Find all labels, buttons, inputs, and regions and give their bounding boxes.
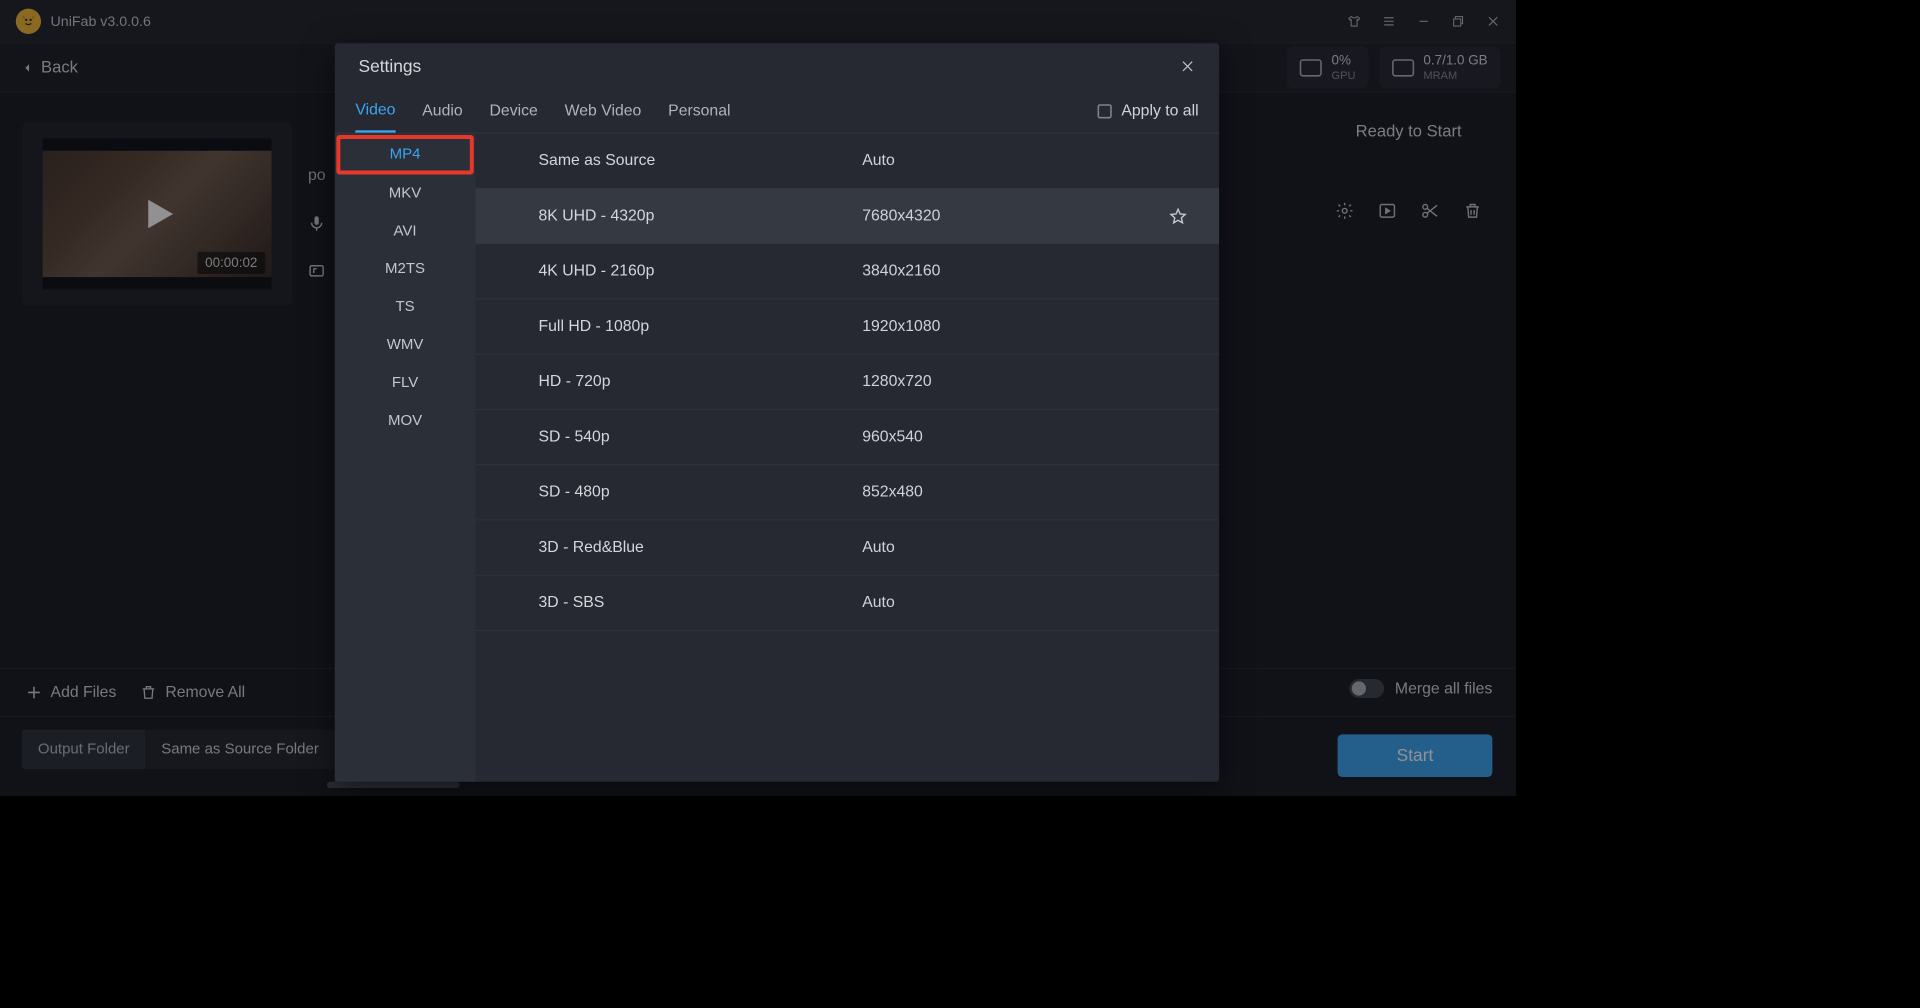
resolution-name: Same as Source	[539, 152, 863, 170]
video-thumbnail-card[interactable]: 00:00:02	[22, 122, 292, 305]
tab-audio[interactable]: Audio	[422, 91, 462, 131]
resolution-name: 3D - SBS	[539, 594, 863, 612]
resolution-dimensions: 7680x4320	[862, 207, 1168, 225]
resolution-row[interactable]: Full HD - 1080p1920x1080	[475, 299, 1219, 354]
ram-status: 0.7/1.0 GB MRAM	[1379, 47, 1500, 89]
play-icon[interactable]	[136, 193, 179, 236]
horizontal-scrollbar[interactable]	[327, 782, 460, 788]
resolution-row[interactable]: SD - 480p852x480	[475, 465, 1219, 520]
remove-all-button[interactable]: Remove All	[140, 683, 245, 701]
resolution-name: SD - 540p	[539, 428, 863, 446]
gpu-label: GPU	[1332, 69, 1356, 82]
back-label: Back	[41, 58, 78, 77]
play-preview-icon[interactable]	[1376, 200, 1398, 222]
ram-icon	[1392, 59, 1414, 76]
minimize-icon[interactable]	[1417, 14, 1431, 28]
start-button[interactable]: Start	[1338, 734, 1493, 777]
resolution-dimensions: 1920x1080	[862, 317, 1187, 335]
ram-label: MRAM	[1423, 69, 1487, 82]
tab-device[interactable]: Device	[490, 91, 538, 131]
format-m2ts[interactable]: M2TS	[335, 250, 476, 288]
add-files-button[interactable]: Add Files	[25, 683, 116, 701]
resolution-name: SD - 480p	[539, 483, 863, 501]
microphone-icon[interactable]	[308, 215, 325, 232]
resolution-dimensions: 3840x2160	[862, 262, 1187, 280]
resolution-row[interactable]: 3D - Red&BlueAuto	[475, 520, 1219, 575]
tab-video[interactable]: Video	[355, 90, 395, 133]
ram-value: 0.7/1.0 GB	[1423, 53, 1487, 69]
menu-icon[interactable]	[1382, 14, 1396, 28]
output-folder-value[interactable]: Same as Source Folder	[145, 730, 334, 769]
app-logo-icon	[16, 9, 41, 34]
resolution-dimensions: 852x480	[862, 483, 1187, 501]
resolution-row[interactable]: SD - 540p960x540	[475, 410, 1219, 465]
resolution-name: HD - 720p	[539, 373, 863, 391]
remove-all-label: Remove All	[165, 683, 245, 701]
format-avi[interactable]: AVI	[335, 212, 476, 250]
format-flv[interactable]: FLV	[335, 364, 476, 402]
trash-icon[interactable]	[1462, 200, 1484, 222]
settings-modal: Settings Video Audio Device Web Video Person…	[335, 43, 1219, 781]
thumbnail-timecode: 00:00:02	[197, 252, 265, 274]
settings-title: Settings	[358, 56, 421, 77]
scissors-icon[interactable]	[1419, 200, 1441, 222]
resolution-dimensions: Auto	[862, 594, 1187, 612]
format-wmv[interactable]: WMV	[335, 326, 476, 364]
format-mp4[interactable]: MP4	[390, 136, 421, 174]
output-folder-label: Output Folder	[22, 730, 145, 769]
tshirt-icon[interactable]	[1347, 14, 1361, 28]
merge-label: Merge all files	[1395, 679, 1492, 697]
resolution-name: Full HD - 1080p	[539, 317, 863, 335]
resolution-row[interactable]: 4K UHD - 2160p3840x2160	[475, 244, 1219, 299]
apply-to-all-checkbox[interactable]	[1098, 104, 1112, 118]
resolution-row[interactable]: HD - 720p1280x720	[475, 355, 1219, 410]
filename-prefix: po	[308, 167, 326, 185]
resolution-name: 8K UHD - 4320p	[539, 207, 863, 225]
resolution-row[interactable]: Same as SourceAuto	[475, 133, 1219, 188]
resolution-dimensions: Auto	[862, 539, 1187, 557]
format-mkv[interactable]: MKV	[335, 175, 476, 213]
resolution-name: 3D - Red&Blue	[539, 539, 863, 557]
format-ts[interactable]: TS	[335, 288, 476, 326]
tab-web-video[interactable]: Web Video	[565, 91, 642, 131]
resolution-dimensions: 1280x720	[862, 373, 1187, 391]
star-icon[interactable]	[1169, 206, 1188, 225]
settings-gear-icon[interactable]	[1334, 200, 1356, 222]
titlebar: UniFab v3.0.0.6	[0, 0, 1516, 43]
tab-personal[interactable]: Personal	[668, 91, 730, 131]
back-button[interactable]: Back	[22, 58, 78, 77]
apply-to-all-label: Apply to all	[1121, 102, 1198, 120]
gpu-value: 0%	[1332, 53, 1356, 69]
maximize-icon[interactable]	[1451, 14, 1465, 28]
app-title: UniFab v3.0.0.6	[51, 13, 151, 30]
resolution-name: 4K UHD - 2160p	[539, 262, 863, 280]
resolution-row[interactable]: 3D - SBSAuto	[475, 576, 1219, 631]
settings-close-button[interactable]	[1180, 58, 1196, 74]
ready-status: Ready to Start	[1322, 122, 1496, 141]
resolution-row[interactable]: 8K UHD - 4320p7680x4320	[475, 189, 1219, 244]
close-icon[interactable]	[1486, 14, 1500, 28]
resolution-dimensions: 960x540	[862, 428, 1187, 446]
gpu-icon	[1300, 59, 1322, 76]
subtitle-icon[interactable]	[308, 262, 325, 279]
merge-toggle[interactable]	[1349, 679, 1384, 698]
gpu-status: 0% GPU	[1287, 47, 1368, 89]
resolution-dimensions: Auto	[862, 152, 1187, 170]
format-mov[interactable]: MOV	[335, 402, 476, 440]
add-files-label: Add Files	[51, 683, 117, 701]
